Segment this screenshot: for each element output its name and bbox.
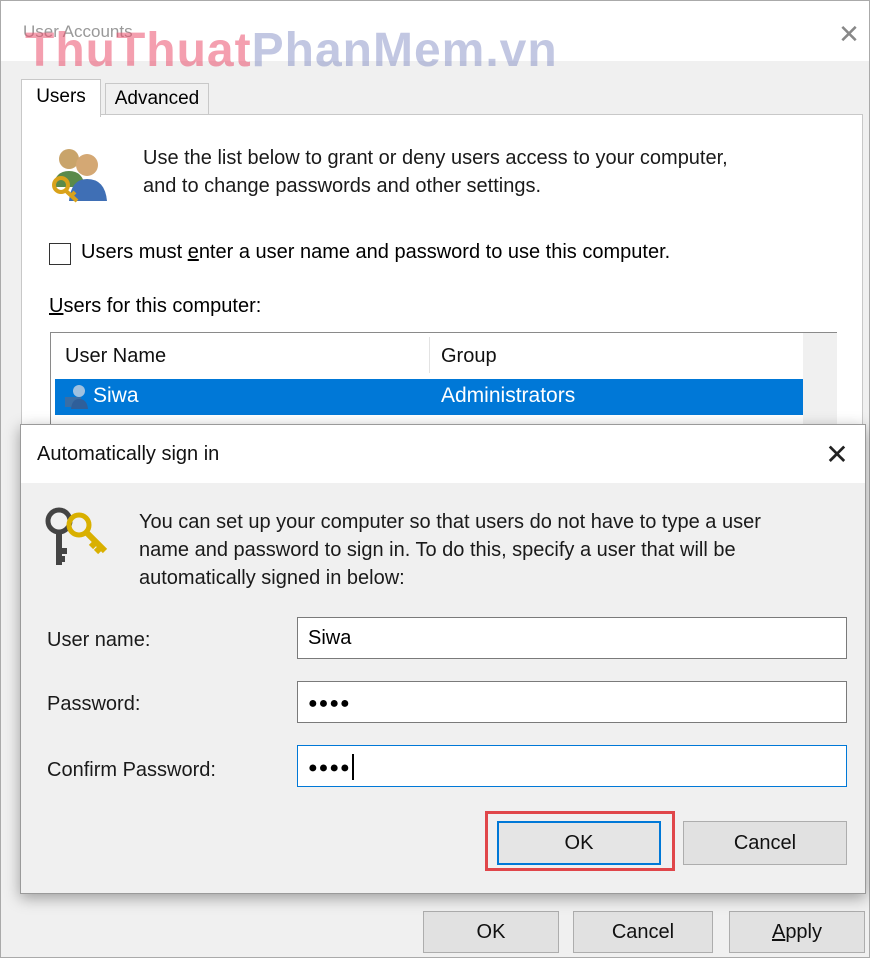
intro-text-line2: and to change passwords and other settin… <box>143 175 542 197</box>
keys-icon <box>45 507 108 565</box>
users-key-icon <box>52 149 107 203</box>
password-label: Password: <box>47 693 141 715</box>
cancel-button[interactable]: Cancel <box>573 911 713 953</box>
ok-button[interactable]: OK <box>423 911 559 953</box>
intro-text-line1: Use the list below to grant or deny user… <box>143 147 728 169</box>
table-scrollbar[interactable] <box>803 333 837 431</box>
dialog-description-line3: automatically signed in below: <box>139 567 405 589</box>
table-row[interactable]: Siwa Administrators <box>55 379 803 415</box>
require-password-checkbox[interactable] <box>49 243 71 265</box>
column-divider[interactable] <box>429 337 430 373</box>
row-group: Administrators <box>441 384 576 407</box>
dialog-description-line1: You can set up your computer so that use… <box>139 511 761 533</box>
watermark-logo: ThuThuatPhanMem.vn <box>25 24 558 77</box>
require-password-label[interactable]: Users must enter a user name and passwor… <box>81 241 670 264</box>
users-table[interactable]: User Name Group Siwa Administrators <box>50 332 837 432</box>
user-name-label: User name: <box>47 629 151 651</box>
dialog-ok-button[interactable]: OK <box>497 821 661 865</box>
dialog-title: Automatically sign in <box>37 443 220 465</box>
apply-button[interactable]: Apply <box>729 911 865 953</box>
auto-sign-in-dialog: Automatically sign in ✕ You can set up y… <box>20 424 866 894</box>
row-user-name: Siwa <box>93 384 139 407</box>
user-name-field[interactable]: Siwa <box>297 617 847 659</box>
dialog-description-line2: name and password to sign in. To do this… <box>139 539 736 561</box>
confirm-password-label: Confirm Password: <box>47 759 216 781</box>
close-button[interactable]: ✕ <box>831 17 867 51</box>
users-list-label: Users for this computer: <box>49 295 262 317</box>
tab-advanced[interactable]: Advanced <box>105 83 209 115</box>
dialog-cancel-button[interactable]: Cancel <box>683 821 847 865</box>
text-caret <box>351 754 354 780</box>
user-avatar-icon <box>65 385 88 409</box>
tab-users[interactable]: Users <box>21 79 101 117</box>
column-header-group[interactable]: Group <box>441 345 497 368</box>
confirm-password-field[interactable]: ●●●● <box>297 745 847 787</box>
dialog-close-button[interactable]: ✕ <box>817 435 857 475</box>
column-header-user-name[interactable]: User Name <box>65 345 166 368</box>
password-field[interactable]: ●●●● <box>297 681 847 723</box>
